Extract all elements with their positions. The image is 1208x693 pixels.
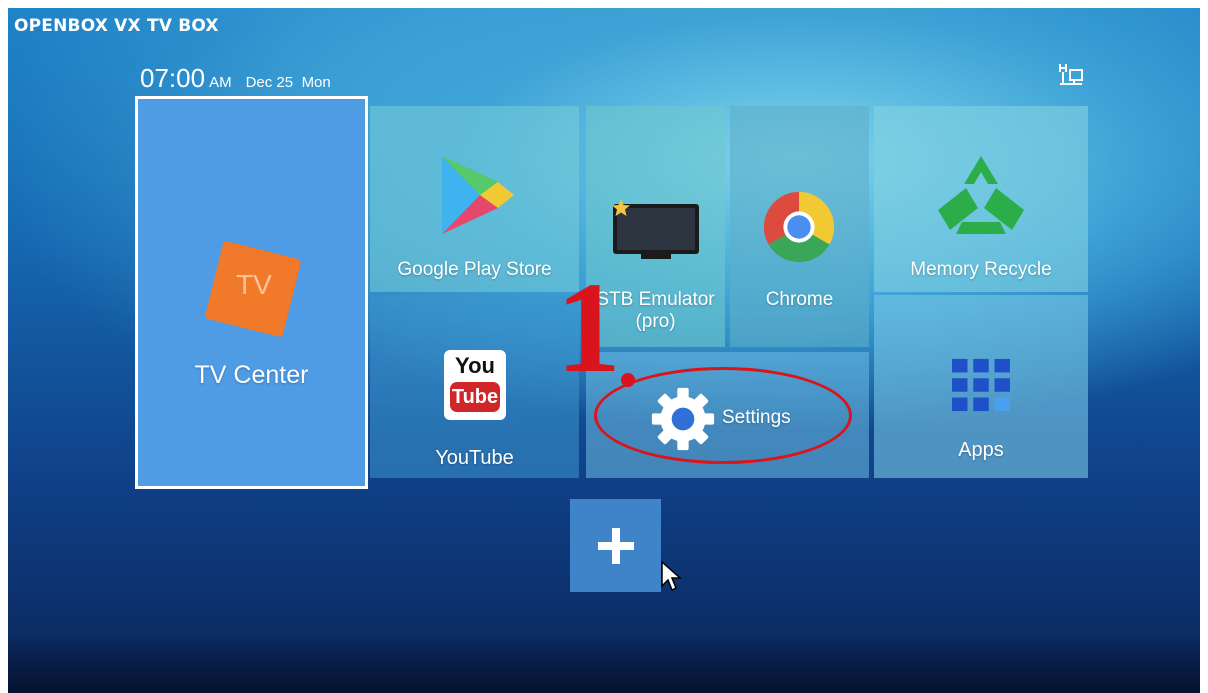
chrome-label: Chrome: [765, 289, 834, 310]
apps-label: Apps: [958, 439, 1004, 461]
mouse-cursor-icon: [661, 560, 682, 592]
grid-icon: [952, 358, 1010, 412]
clock-ampm: AM: [209, 74, 232, 91]
google-play-label: Google Play Store: [397, 259, 552, 280]
tile-google-play-store[interactable]: Google Play Store: [370, 106, 579, 292]
google-play-icon: [442, 156, 514, 234]
memory-recycle-label: Memory Recycle: [910, 259, 1052, 280]
step-number-annotation: 1: [556, 256, 621, 400]
recycle-icon: [938, 156, 1024, 234]
youtube-label: YouTube: [435, 447, 514, 469]
plus-icon: [598, 528, 634, 564]
tile-youtube[interactable]: You Tube YouTube: [370, 295, 579, 478]
chrome-icon: [763, 191, 835, 263]
tile-tv-center[interactable]: TV TV Center: [135, 96, 368, 489]
brand-watermark: OPENBOX VX TV BOX: [14, 16, 219, 36]
tv-home-screen: OPENBOX VX TV BOX 07:00 AM Dec 25 Mon TV T…: [8, 8, 1200, 693]
clock-time: 07:00: [140, 63, 206, 93]
tile-memory-recycle[interactable]: Memory Recycle: [874, 106, 1088, 292]
youtube-icon: You Tube: [444, 350, 506, 420]
clock-weekday: Mon: [301, 74, 331, 91]
annotation-dot: [621, 373, 635, 387]
status-clock: 07:00 AM Dec 25 Mon: [140, 63, 331, 94]
tv-center-icon: TV: [204, 240, 302, 338]
tv-screen-icon: [612, 199, 699, 259]
clock-date: Dec 25: [245, 74, 294, 91]
ethernet-icon: [1059, 64, 1083, 85]
tv-center-label: TV Center: [194, 361, 309, 389]
tile-chrome[interactable]: Chrome: [730, 106, 869, 347]
tile-apps[interactable]: Apps: [874, 295, 1088, 478]
add-app-button[interactable]: [570, 499, 661, 592]
